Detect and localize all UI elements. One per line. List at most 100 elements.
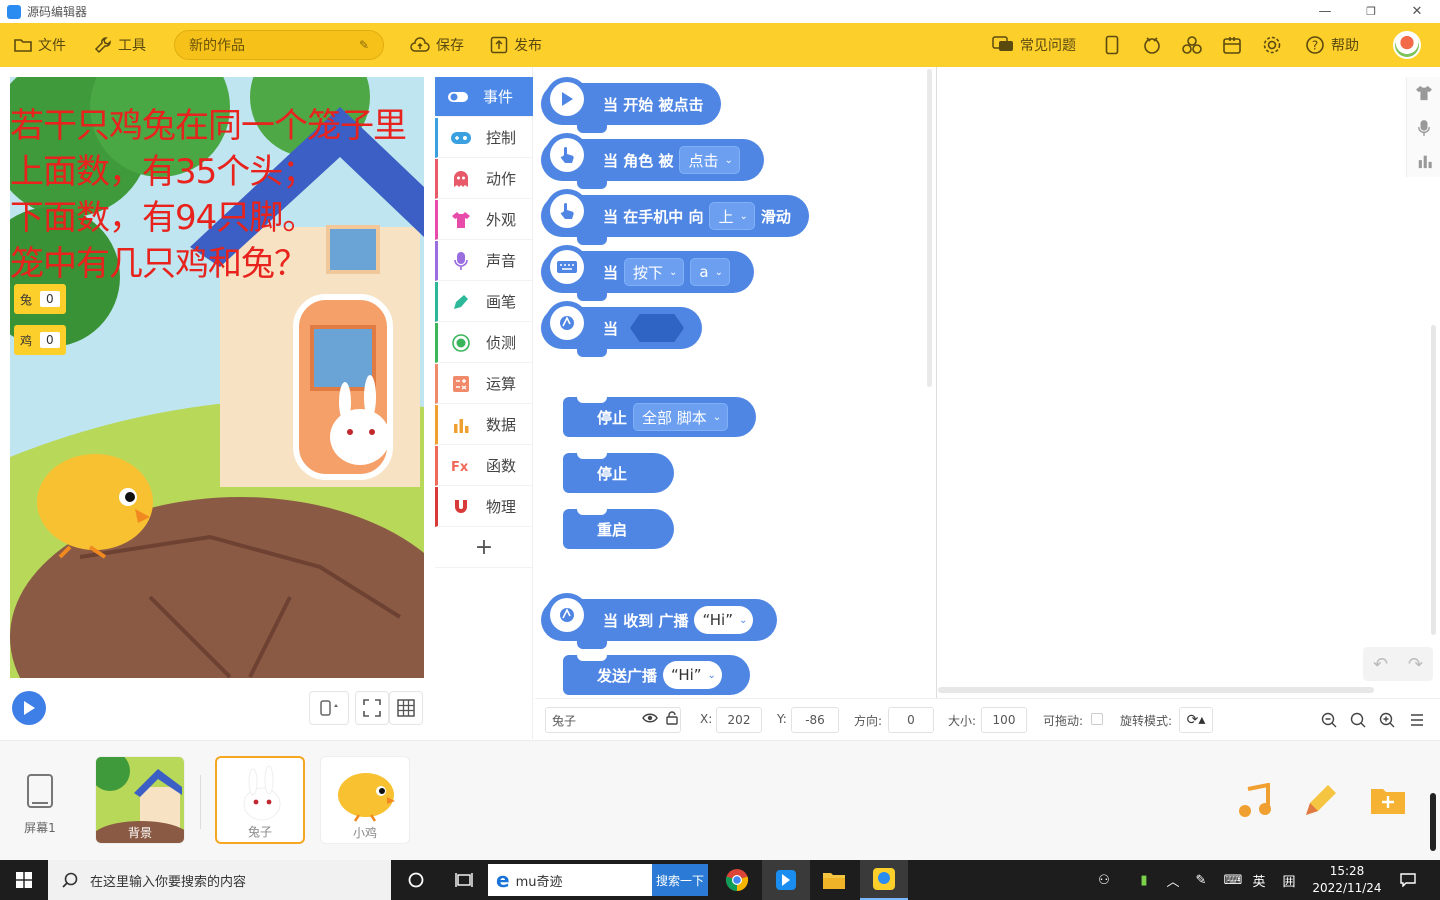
eye-icon[interactable] — [642, 712, 658, 728]
device-mode-button[interactable] — [309, 691, 349, 725]
block-when-receive-broadcast[interactable]: 当 收到 广播 “Hi” ⌄ — [541, 593, 778, 649]
block-restart[interactable]: 重启 — [563, 509, 674, 549]
category-physics[interactable]: 物理 — [435, 487, 533, 527]
faq-button[interactable]: 常见问题 — [992, 23, 1076, 67]
screen-selector[interactable]: 屏幕1 — [20, 773, 60, 836]
block-when-swipe[interactable]: 当 在手机中 向 上 ⌄ 滑动 — [541, 189, 809, 245]
direction-input[interactable]: 0 — [888, 707, 934, 733]
block-when-condition[interactable]: 当 — [541, 301, 703, 357]
rotation-mode-dropdown[interactable]: ⟳▴ — [1179, 707, 1213, 733]
hexagons-icon[interactable] — [1180, 33, 1204, 57]
swipe-direction-dropdown[interactable]: 上 ⌄ — [709, 202, 755, 230]
minimize-button[interactable]: — — [1302, 0, 1348, 23]
device-icon[interactable] — [1100, 33, 1124, 57]
block-send-broadcast[interactable]: 发送广播 “Hi” ⌄ — [563, 655, 750, 695]
fullscreen-button[interactable] — [355, 691, 389, 725]
stop-target-dropdown[interactable]: 全部 脚本 ⌄ — [633, 403, 729, 431]
category-control[interactable]: 控制 — [435, 118, 533, 158]
music-icon[interactable] — [1236, 782, 1274, 823]
paint-icon[interactable] — [1302, 781, 1340, 823]
y-input[interactable]: -86 — [791, 707, 839, 733]
palette-scrollbar[interactable] — [927, 69, 932, 387]
ie-search-widget[interactable]: e mu奇迹 搜索一下 — [488, 864, 708, 896]
sprite-rabbit[interactable]: 兔子 — [215, 756, 305, 844]
file-menu-button[interactable]: 文件 — [14, 23, 66, 67]
code-workspace[interactable] — [938, 67, 1440, 698]
people-icon[interactable]: ⚇ — [1092, 860, 1116, 900]
taskbar-search-box[interactable]: 在这里输入你要搜索的内容 — [48, 860, 391, 900]
category-pen[interactable]: 画笔 — [435, 282, 533, 322]
block-when-key-pressed[interactable]: 当 按下 ⌄ a ⌄ — [541, 245, 755, 301]
variable-monitor-chicken[interactable]: 鸡 0 — [14, 325, 66, 355]
help-button[interactable]: ? 帮助 — [1305, 23, 1359, 67]
block-stop[interactable]: 停止 全部 脚本 ⌄ — [563, 397, 757, 437]
clock[interactable]: 15:28 2022/11/24 — [1306, 860, 1388, 900]
category-sound[interactable]: 声音 — [435, 241, 533, 281]
workspace-horizontal-scrollbar[interactable] — [938, 687, 1374, 693]
cortana-button[interactable] — [398, 860, 434, 900]
size-input[interactable]: 100 — [981, 707, 1027, 733]
category-sensing[interactable]: 侦测 — [435, 323, 533, 363]
code-editor-taskbar-button[interactable] — [860, 860, 908, 900]
category-looks[interactable]: 外观 — [435, 200, 533, 240]
chevron-up-icon[interactable]: ︿ — [1162, 860, 1184, 900]
lock-icon[interactable] — [665, 711, 679, 729]
start-button[interactable] — [12, 691, 46, 725]
grid-button[interactable] — [389, 691, 423, 725]
category-events[interactable]: 事件 — [435, 77, 533, 117]
sprite-name-field[interactable]: 兔子 — [545, 707, 681, 733]
sprite-chick[interactable]: 小鸡 — [320, 756, 410, 844]
menu-button[interactable] — [1405, 707, 1429, 733]
ie-search-button[interactable]: 搜索一下 — [652, 864, 708, 896]
gear-icon[interactable] — [1260, 33, 1284, 57]
tools-menu-button[interactable]: 工具 — [94, 23, 146, 67]
condition-slot[interactable] — [630, 314, 685, 342]
broadcast-message-dropdown[interactable]: “Hi” ⌄ — [694, 606, 754, 634]
task-view-button[interactable] — [446, 860, 482, 900]
undo-icon[interactable]: ↶ — [1373, 654, 1388, 675]
workspace-vertical-scrollbar[interactable] — [1431, 325, 1436, 635]
category-motion[interactable]: 动作 — [435, 159, 533, 199]
key-dropdown[interactable]: a ⌄ — [690, 258, 731, 286]
ime-icon[interactable]: 囲 — [1278, 860, 1300, 900]
notification-icon[interactable] — [1394, 860, 1422, 900]
archive-icon[interactable] — [1220, 33, 1244, 57]
block-when-sprite-clicked[interactable]: 当 角色 被 点击 ⌄ — [541, 133, 764, 189]
redo-icon[interactable]: ↷ — [1408, 654, 1423, 675]
sprite-list-scrollbar[interactable] — [1430, 793, 1436, 851]
pen-icon[interactable]: ✎ — [1190, 860, 1212, 900]
category-operators[interactable]: 运算 — [435, 364, 533, 404]
zoom-out-button[interactable] — [1317, 707, 1341, 733]
keyboard-icon[interactable]: ⌨ — [1220, 860, 1246, 900]
battery-icon[interactable]: ▮ — [1134, 860, 1154, 900]
draggable-checkbox[interactable] — [1091, 713, 1103, 725]
category-functions[interactable]: Fx 函数 — [435, 446, 533, 486]
event-type-dropdown[interactable]: 点击 ⌄ — [679, 146, 740, 174]
key-action-dropdown[interactable]: 按下 ⌄ — [624, 258, 685, 286]
project-name-field[interactable]: 新的作品 ✎ — [174, 30, 384, 60]
stats-icon[interactable] — [1417, 153, 1433, 173]
costume-icon[interactable] — [1415, 85, 1433, 105]
publish-button[interactable]: 发布 — [490, 23, 542, 67]
add-extension-button[interactable]: + — [435, 528, 533, 568]
variable-monitor-rabbit[interactable]: 兔 0 — [14, 284, 66, 314]
sprite-background[interactable]: 背景 — [95, 756, 185, 844]
robot-icon[interactable] — [1140, 33, 1164, 57]
zoom-reset-button[interactable] — [1346, 707, 1370, 733]
broadcast-message-dropdown[interactable]: “Hi” ⌄ — [663, 661, 722, 689]
sound-icon[interactable] — [1417, 119, 1431, 141]
chrome-taskbar-button[interactable] — [718, 860, 756, 900]
restore-button[interactable]: ❐ — [1348, 0, 1394, 23]
category-data[interactable]: 数据 — [435, 405, 533, 445]
close-button[interactable]: ✕ — [1394, 0, 1440, 23]
file-explorer-taskbar-button[interactable] — [814, 860, 854, 900]
folder-add-icon[interactable] — [1370, 785, 1406, 819]
start-menu-button[interactable] — [0, 860, 48, 900]
stage-canvas[interactable]: 若干只鸡兔在同一个笼子里 上面数，有35个头； 下面数，有94只脚。 笼中有几只… — [10, 77, 424, 678]
save-button[interactable]: 保存 — [410, 23, 464, 67]
user-avatar[interactable] — [1393, 31, 1421, 59]
block-stop-simple[interactable]: 停止 — [563, 453, 674, 493]
zoom-in-button[interactable] — [1375, 707, 1399, 733]
block-when-start-clicked[interactable]: 当 开始 被点击 — [541, 77, 722, 133]
x-input[interactable]: 202 — [716, 707, 762, 733]
